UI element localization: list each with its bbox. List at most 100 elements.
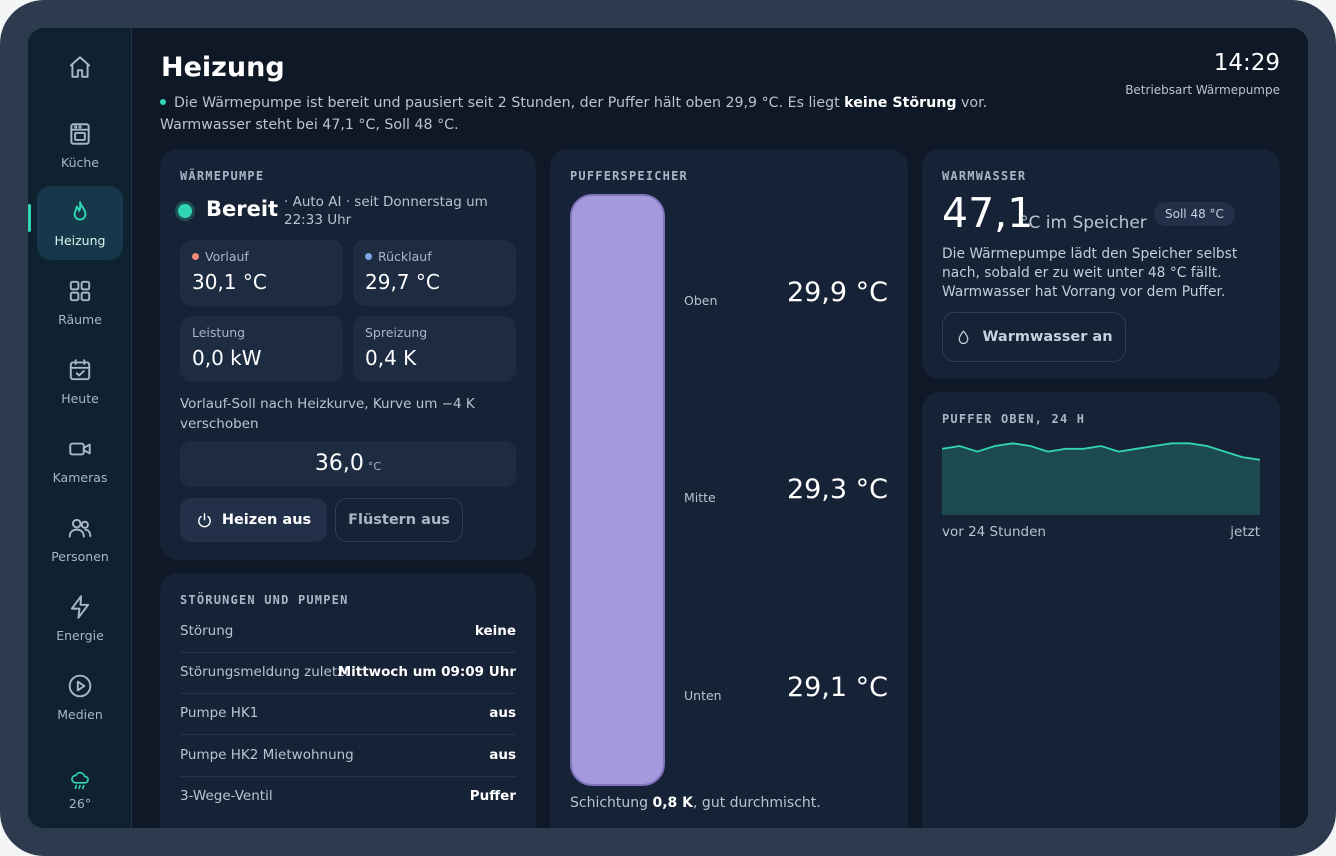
- hotwater-unit: °C im Speicher: [1020, 213, 1147, 233]
- power-icon: [197, 512, 211, 527]
- heatpump-card: WÄRMEPUMPE Bereit · Auto AI · seit Donne…: [160, 149, 536, 560]
- trend-card: PUFFER OBEN, 24 H vor 24 Stunden jetzt: [922, 392, 1280, 828]
- nav-home[interactable]: [37, 30, 123, 104]
- strat-value: 0,8 K: [652, 795, 694, 811]
- heat-off-button[interactable]: Heizen aus: [180, 498, 327, 542]
- metric-spreizung: Spreizung 0,4 K: [353, 316, 516, 382]
- strat-text-end: , gut durchmischt.: [693, 795, 821, 811]
- level-label: Unten: [684, 688, 722, 703]
- setpoint-value: 36,0: [314, 451, 364, 476]
- heatpump-status-dot: [178, 204, 192, 218]
- nav-label-kameras: Kameras: [52, 469, 108, 485]
- summary-highlight: keine Störung: [844, 95, 957, 111]
- faults-card: STÖRUNGEN UND PUMPEN Störung keine Störun…: [160, 573, 536, 828]
- metric-vorlauf: Vorlauf 30,1 °C: [180, 240, 343, 306]
- nav-kameras[interactable]: Kameras: [37, 423, 123, 497]
- nav-raeume[interactable]: Räume: [37, 265, 123, 339]
- nav-label-heizung: Heizung: [54, 232, 106, 248]
- operating-mode: Betriebsart Wärmepumpe: [1125, 83, 1280, 97]
- buffer-heading: PUFFERSPEICHER: [570, 169, 688, 183]
- row-value: aus: [489, 747, 516, 763]
- flow-setpoint[interactable]: 36,0 °C: [180, 441, 516, 487]
- metric-value: 29,7 °C: [365, 270, 440, 294]
- page-title: Heizung: [161, 52, 285, 83]
- metric-value: 0,4 K: [365, 346, 417, 370]
- metric-label: Rücklauf: [365, 249, 432, 264]
- summary-text: Die Wärmepumpe ist bereit und pausiert s…: [174, 95, 845, 111]
- hotwater-heading: WARMWASSER: [942, 169, 1027, 183]
- heatpump-status: Bereit: [206, 197, 279, 221]
- level-value: 29,1 °C: [786, 672, 888, 703]
- nav-kueche[interactable]: Küche: [37, 108, 123, 182]
- hotwater-on-button[interactable]: Warmwasser an: [942, 312, 1126, 362]
- nav-label-heute: Heute: [61, 390, 99, 406]
- status-summary: Die Wärmepumpe ist bereit und pausiert s…: [160, 92, 1020, 136]
- status-dot: [160, 99, 166, 105]
- oven-icon: [70, 122, 90, 145]
- level-label: Oben: [684, 293, 718, 308]
- ruecklauf-dot: [365, 253, 372, 260]
- device-frame: Küche Heizung Räume Heute Kameras Person…: [0, 0, 1336, 856]
- grid-icon: [69, 280, 91, 301]
- video-icon: [69, 442, 91, 455]
- fault-row: 3-Wege-Ventil Puffer: [180, 777, 516, 818]
- row-value: keine: [474, 623, 516, 639]
- heatpump-status-meta: · Auto AI · seit Donnerstag um 22:33 Uhr: [284, 194, 488, 228]
- row-value: aus: [489, 705, 516, 721]
- row-key: 3-Wege-Ventil: [180, 788, 273, 804]
- level-value: 29,3 °C: [786, 474, 888, 505]
- calendar-check-icon: [69, 358, 91, 380]
- nav-label-raeume: Räume: [58, 311, 102, 327]
- hotwater-description: Die Wärmepumpe lädt den Speicher selbst …: [942, 246, 1238, 300]
- row-key: Störung: [180, 623, 234, 639]
- heat-off-label: Heizen aus: [221, 512, 312, 528]
- weather-temp: 26°: [68, 796, 92, 811]
- flame-icon: [73, 200, 87, 220]
- weather-widget[interactable]: 26°: [28, 770, 132, 811]
- nav-heizung[interactable]: Heizung: [37, 186, 123, 260]
- buffer-tank: [570, 194, 665, 786]
- fault-row: Pumpe HK2 Mietwohnung aus: [180, 736, 516, 777]
- clock: 14:29: [1213, 50, 1280, 76]
- metric-label-text: Vorlauf: [205, 249, 249, 264]
- heating-curve-note: Vorlauf-Soll nach Heizkurve, Kurve um −4…: [180, 396, 475, 432]
- row-key: Störungsmeldung zuletzt: [180, 664, 350, 680]
- row-value: Mittwoch um 09:09 Uhr: [337, 664, 516, 680]
- rain-cloud-icon: [71, 771, 89, 790]
- metric-label: Leistung: [192, 325, 246, 340]
- nav-energie[interactable]: Energie: [37, 581, 123, 655]
- nav-medien[interactable]: Medien: [37, 660, 123, 734]
- trend-end-label: jetzt: [1230, 524, 1260, 540]
- trend-start-label: vor 24 Stunden: [942, 524, 1046, 540]
- nav-heute[interactable]: Heute: [37, 344, 123, 418]
- metric-value: 30,1 °C: [192, 270, 267, 294]
- nav-label-energie: Energie: [56, 627, 104, 643]
- strat-text: Schichtung: [570, 795, 653, 811]
- trend-heading: PUFFER OBEN, 24 H: [942, 412, 1086, 426]
- level-label: Mitte: [684, 490, 716, 505]
- fault-row: Pumpe HK1 aus: [180, 694, 516, 735]
- fault-row: Störungsmeldung zuletzt Mittwoch um 09:09…: [180, 653, 516, 694]
- metric-leistung: Leistung 0,0 kW: [180, 316, 343, 382]
- trend-area: [942, 443, 1260, 515]
- nav-label-medien: Medien: [57, 706, 103, 722]
- metric-value: 0,0 kW: [192, 346, 262, 370]
- play-icon: [68, 674, 92, 697]
- hotwater-on-label: Warmwasser an: [982, 329, 1113, 345]
- screen: Küche Heizung Räume Heute Kameras Person…: [28, 28, 1308, 828]
- setpoint-unit: °C: [367, 460, 382, 473]
- nav-personen[interactable]: Personen: [37, 502, 123, 576]
- vorlauf-dot: [192, 253, 199, 260]
- level-value: 29,9 °C: [786, 277, 888, 308]
- whisper-off-button[interactable]: Flüstern aus: [335, 498, 463, 542]
- active-indicator: [28, 204, 31, 232]
- sidebar: Küche Heizung Räume Heute Kameras Person…: [28, 28, 132, 828]
- metric-label-text: Rücklauf: [378, 249, 432, 264]
- nav-label-personen: Personen: [51, 548, 109, 564]
- row-key: Pumpe HK2 Mietwohnung: [180, 747, 354, 763]
- nav-label-kueche: Küche: [61, 154, 99, 170]
- fault-row: Störung keine: [180, 612, 516, 653]
- buffer-card: PUFFERSPEICHER Oben 29,9 °C Mitte 29,3 °…: [550, 149, 908, 828]
- droplet-icon: [959, 329, 969, 344]
- row-value: Puffer: [469, 788, 516, 804]
